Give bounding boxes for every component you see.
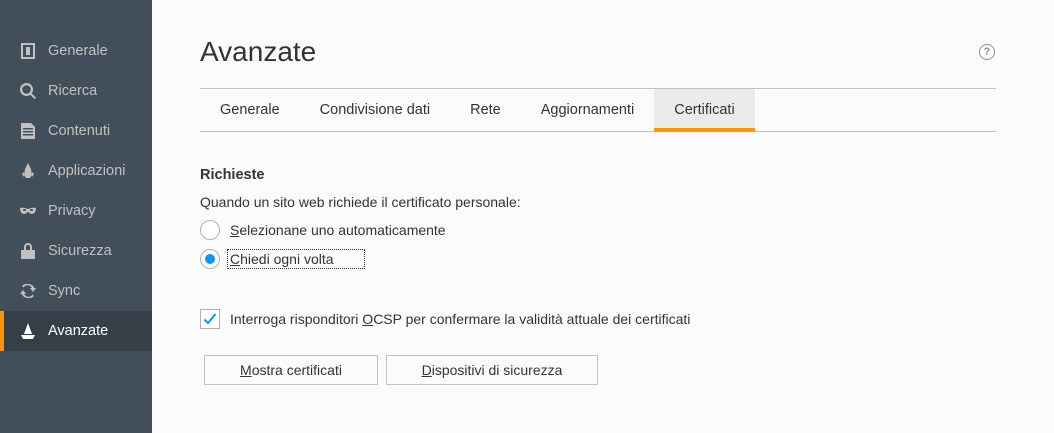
sidebar-item-ricerca[interactable]: Ricerca — [0, 71, 152, 111]
section-description: Quando un sito web richiede il certifica… — [200, 194, 521, 210]
content-icon — [18, 121, 38, 141]
ocsp-checkbox[interactable] — [200, 309, 220, 329]
tab-rete[interactable]: Rete — [450, 89, 521, 131]
sidebar-item-privacy[interactable]: Privacy — [0, 191, 152, 231]
page-title: Avanzate — [200, 36, 317, 67]
ocsp-label: Interroga risponditori OCSP per conferma… — [230, 311, 691, 327]
checkmark-icon — [203, 313, 217, 325]
tab-bar: Generale Condivisione dati Rete Aggiorna… — [200, 88, 996, 132]
tab-certificati[interactable]: Certificati — [654, 89, 755, 132]
sidebar-item-generale[interactable]: Generale — [0, 31, 152, 71]
radio-label: Chiedi ogni volta — [227, 249, 365, 269]
radio-selected-dot — [205, 254, 215, 264]
advanced-wizard-icon — [18, 321, 38, 341]
security-devices-button[interactable]: Dispositivi di sicurezza — [386, 355, 598, 385]
sync-icon — [18, 281, 38, 301]
search-icon — [18, 81, 38, 101]
radio-button[interactable] — [200, 220, 220, 240]
sidebar-item-avanzate[interactable]: Avanzate — [0, 311, 152, 351]
sidebar-item-sync[interactable]: Sync — [0, 271, 152, 311]
applications-icon — [18, 161, 38, 181]
ocsp-checkbox-row[interactable]: Interroga risponditori OCSP per conferma… — [200, 307, 690, 331]
sidebar-item-contenuti[interactable]: Contenuti — [0, 111, 152, 151]
help-icon[interactable]: ? — [979, 44, 995, 60]
radio-select-automatically[interactable]: Selezionane uno automaticamente — [200, 218, 446, 242]
sidebar-item-label: Applicazioni — [48, 163, 126, 179]
radio-label: Selezionane uno automaticamente — [230, 222, 446, 238]
radio-button[interactable] — [200, 249, 220, 269]
section-heading: Richieste — [200, 167, 265, 183]
radio-ask-every-time[interactable]: Chiedi ogni volta — [200, 247, 365, 271]
sidebar-item-label: Sync — [48, 283, 81, 299]
tab-generale[interactable]: Generale — [200, 89, 300, 131]
sidebar: Generale Ricerca Contenuti Applicazioni … — [0, 0, 152, 433]
general-icon — [18, 41, 38, 61]
sidebar-item-label: Sicurezza — [48, 243, 112, 259]
tab-condivisione-dati[interactable]: Condivisione dati — [300, 89, 450, 131]
show-certificates-button[interactable]: Mostra certificati — [204, 355, 378, 385]
sidebar-item-applicazioni[interactable]: Applicazioni — [0, 151, 152, 191]
sidebar-item-label: Ricerca — [48, 83, 98, 99]
sidebar-item-label: Privacy — [48, 203, 96, 219]
sidebar-item-sicurezza[interactable]: Sicurezza — [0, 231, 152, 271]
privacy-mask-icon — [18, 201, 38, 221]
sidebar-item-label: Avanzate — [48, 323, 109, 339]
sidebar-item-label: Contenuti — [48, 123, 111, 139]
tab-aggiornamenti[interactable]: Aggiornamenti — [521, 89, 655, 131]
security-icon — [18, 241, 38, 261]
sidebar-item-label: Generale — [48, 43, 108, 59]
